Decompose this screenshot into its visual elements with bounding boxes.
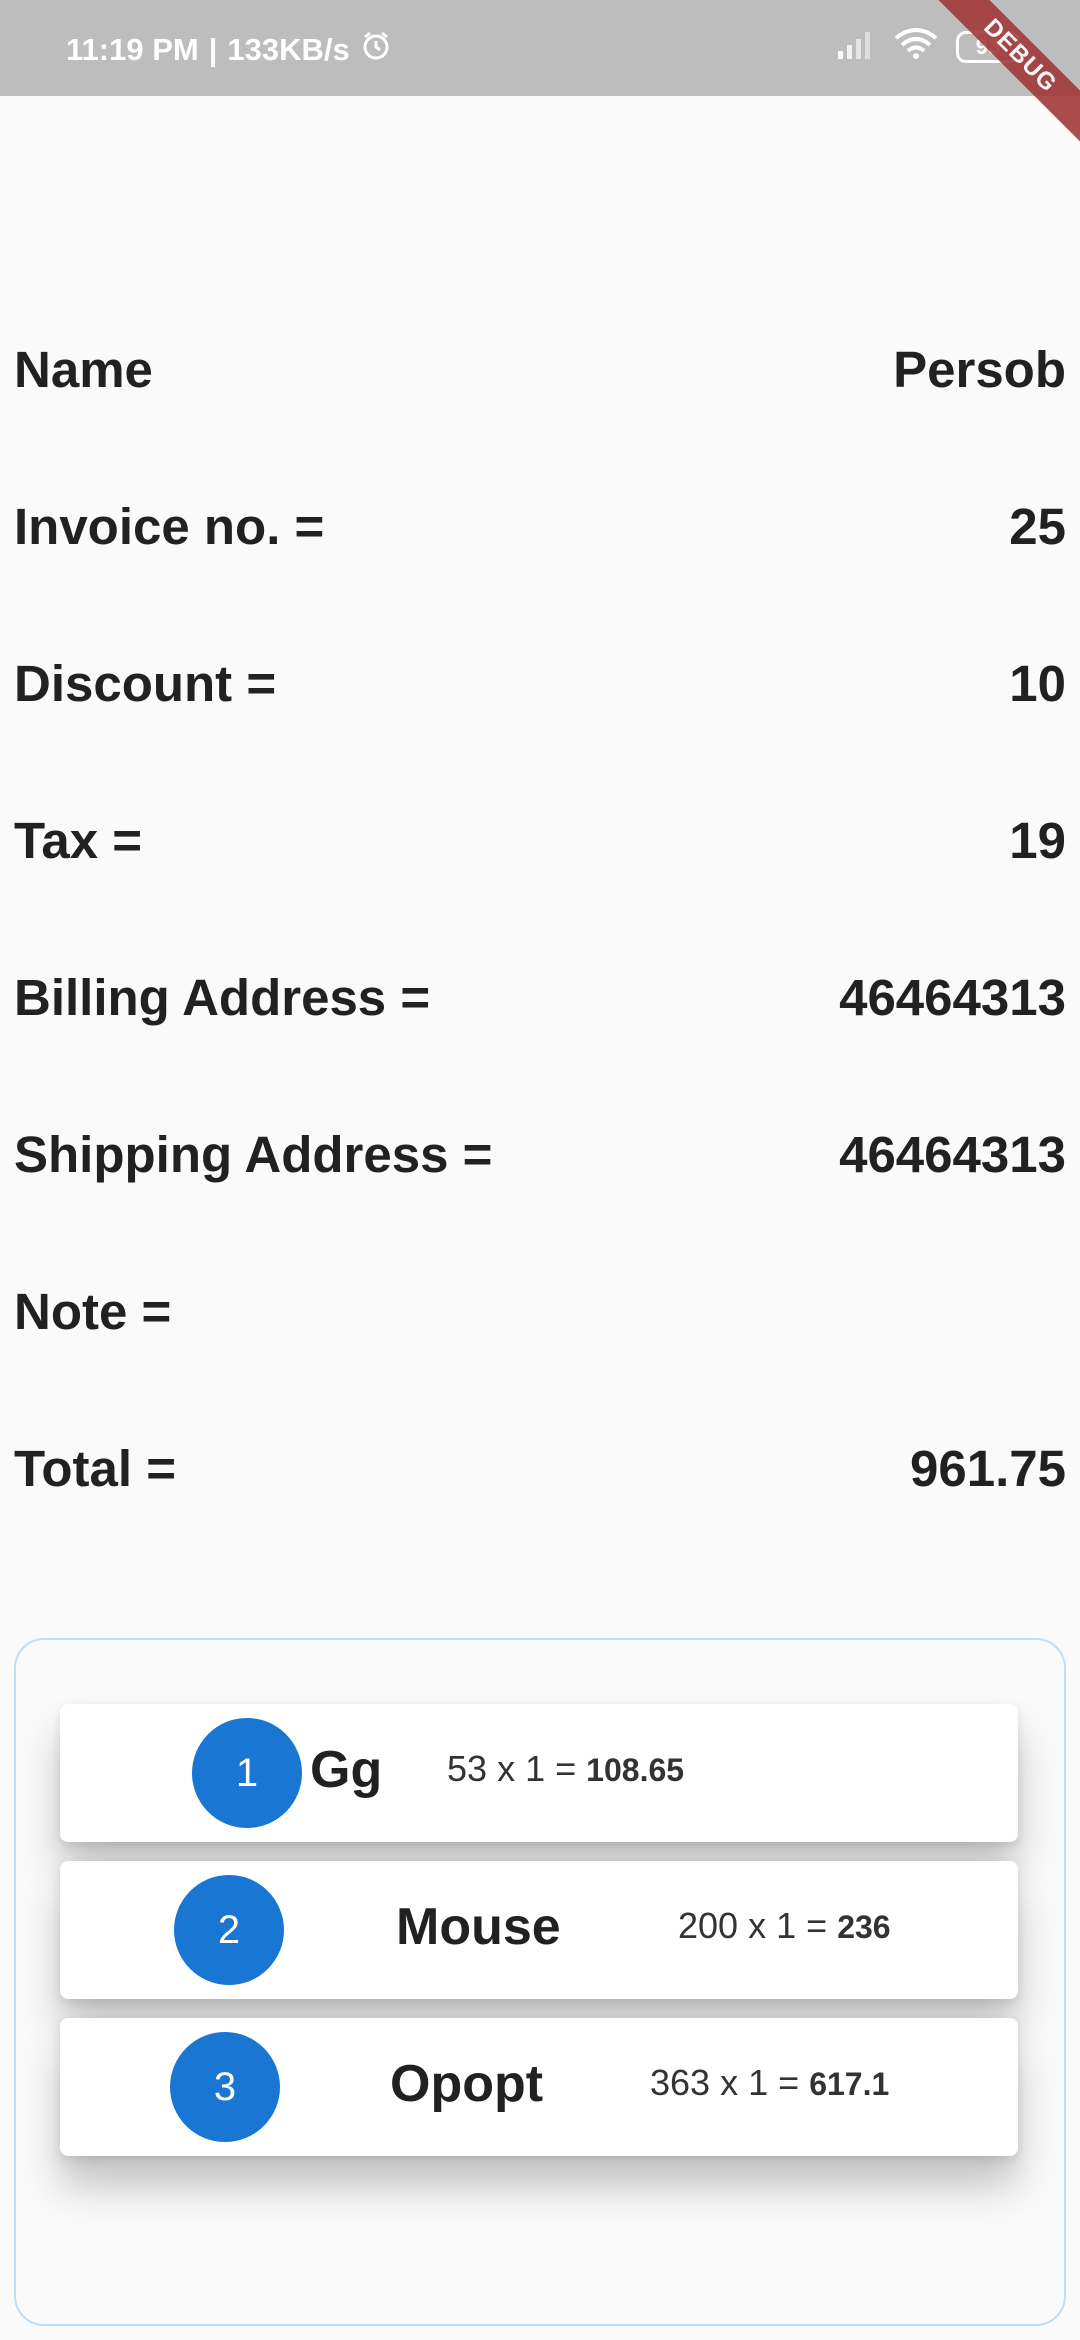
item-qty: 1	[776, 1905, 797, 1946]
detail-label: Name	[14, 341, 153, 398]
item-equals: =	[806, 1905, 828, 1946]
status-bar: 11:19 PM | 133KB/s DEBUG	[0, 0, 1080, 161]
status-separator: |	[208, 32, 218, 67]
detail-value: 961.75	[910, 1440, 1066, 1497]
list-item[interactable]: 3 Opopt 363 x 1 = 617.1	[60, 2018, 1018, 2156]
item-index-avatar: 3	[170, 2032, 280, 2142]
item-equals: =	[778, 2062, 800, 2103]
detail-row-tax: Tax = 19	[14, 811, 1066, 968]
detail-value: 19	[1009, 812, 1066, 869]
item-total: 236	[837, 1909, 891, 1945]
detail-label: Discount =	[14, 655, 277, 712]
item-name: Opopt	[390, 2055, 544, 2113]
item-price: 53	[447, 1748, 488, 1789]
detail-row-billing-address: Billing Address = 46464313	[14, 968, 1066, 1125]
detail-value: Persob	[893, 341, 1066, 398]
item-total: 108.65	[586, 1752, 685, 1788]
item-name: Mouse	[396, 1898, 561, 1956]
item-qty: 1	[525, 1748, 546, 1789]
item-index-avatar: 1	[192, 1718, 302, 1828]
detail-label: Billing Address =	[14, 969, 431, 1026]
item-index: 1	[235, 1750, 259, 1795]
detail-value: 10	[1009, 655, 1066, 712]
status-left: 11:19 PM | 133KB/s	[66, 30, 392, 70]
detail-row-name: Name Persob	[14, 340, 1066, 497]
item-name: Gg	[310, 1741, 383, 1799]
detail-label: Invoice no. =	[14, 498, 325, 555]
item-equals: =	[555, 1748, 577, 1789]
invoice-details: Name Persob Invoice no. = 25 Discount = …	[14, 340, 1066, 1596]
item-index: 3	[213, 2064, 237, 2109]
item-price: 363	[650, 2062, 711, 2103]
item-price: 200	[678, 1905, 739, 1946]
item-total: 617.1	[809, 2066, 890, 2102]
detail-label: Note =	[14, 1283, 172, 1340]
item-calculation: 53 x 1 = 108.65	[447, 1748, 684, 1790]
items-panel: 1 Gg 53 x 1 = 108.65 2 Mouse 200 x 1 = 2…	[14, 1638, 1066, 2326]
item-calculation: 363 x 1 = 617.1	[650, 2062, 889, 2104]
alarm-icon	[360, 30, 392, 70]
item-calculation: 200 x 1 = 236	[678, 1905, 891, 1947]
detail-value: 46464313	[839, 969, 1066, 1026]
item-times: x	[748, 1905, 767, 1946]
item-times: x	[720, 2062, 739, 2103]
item-index-avatar: 2	[174, 1875, 284, 1985]
item-index: 2	[217, 1907, 241, 1952]
detail-value: 25	[1009, 498, 1066, 555]
detail-row-shipping-address: Shipping Address = 46464313	[14, 1125, 1066, 1282]
network-speed: 133KB/s	[227, 32, 350, 67]
signal-icon	[836, 29, 876, 64]
list-item[interactable]: 1 Gg 53 x 1 = 108.65	[60, 1704, 1018, 1842]
detail-row-invoice-no: Invoice no. = 25	[14, 497, 1066, 654]
detail-row-total: Total = 961.75	[14, 1439, 1066, 1596]
detail-label: Shipping Address =	[14, 1126, 493, 1183]
detail-row-note: Note =	[14, 1282, 1066, 1439]
detail-label: Tax =	[14, 812, 143, 869]
detail-row-discount: Discount = 10	[14, 654, 1066, 811]
detail-value: 46464313	[839, 1126, 1066, 1183]
item-qty: 1	[748, 2062, 769, 2103]
wifi-icon	[894, 28, 938, 65]
debug-banner: DEBUG	[915, 0, 1080, 161]
status-time: 11:19 PM	[66, 32, 199, 67]
detail-label: Total =	[14, 1440, 176, 1497]
list-item[interactable]: 2 Mouse 200 x 1 = 236	[60, 1861, 1018, 1999]
item-times: x	[497, 1748, 516, 1789]
item-list: 1 Gg 53 x 1 = 108.65 2 Mouse 200 x 1 = 2…	[60, 1704, 1018, 2175]
